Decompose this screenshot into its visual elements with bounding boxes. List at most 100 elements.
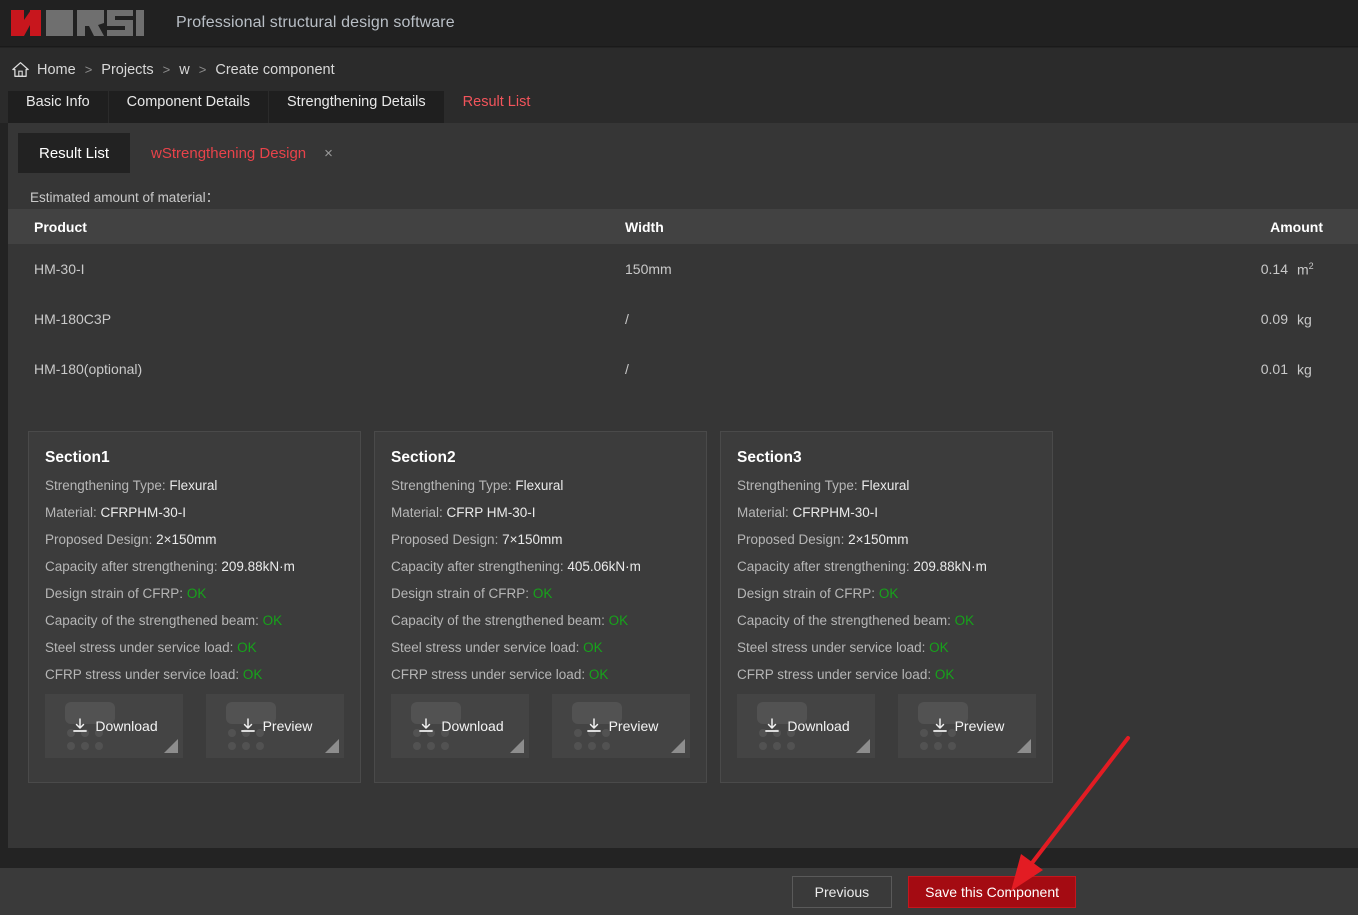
field-value: Flexural	[861, 478, 909, 493]
field-label: Proposed Design:	[737, 532, 844, 547]
breadcrumb-item-home[interactable]: Home	[37, 62, 76, 78]
save-this-component-button[interactable]: Save this Component	[908, 876, 1076, 908]
horse-logo-icon	[11, 10, 144, 36]
cell-amount: 0.09kg	[1185, 311, 1358, 328]
download-icon	[764, 718, 780, 734]
field-label: Capacity of the strengthened beam:	[391, 613, 605, 628]
breadcrumb-separator: >	[163, 62, 171, 77]
app-subtitle: Professional structural design software	[176, 14, 455, 32]
field-value: 7×150mm	[502, 532, 562, 547]
field-value: 2×150mm	[156, 532, 216, 547]
field-value: 209.88kN·m	[221, 559, 295, 574]
field-label: Strengthening Type:	[391, 478, 512, 493]
field-label: Strengthening Type:	[737, 478, 858, 493]
download-icon	[72, 718, 88, 734]
sub-tab-bar: Result List wStrengthening Design ×	[18, 133, 341, 173]
tab-strengthening-details[interactable]: Strengthening Details	[269, 91, 445, 123]
breadcrumb-item-w[interactable]: w	[179, 62, 189, 78]
status-badge: OK	[935, 667, 955, 682]
previous-button[interactable]: Previous	[792, 876, 892, 908]
section-strengthening-type: Strengthening Type: Flexural	[391, 478, 690, 493]
resize-handle-icon	[164, 739, 178, 753]
download-button[interactable]: Download	[737, 694, 875, 758]
preview-button-content: Preview	[552, 694, 690, 758]
cell-amount: 0.01kg	[1185, 361, 1358, 378]
section-capacity: Capacity after strengthening: 209.88kN·m	[45, 559, 344, 574]
column-header-product: Product	[8, 219, 625, 235]
preview-label: Preview	[955, 718, 1005, 734]
field-value: Flexural	[515, 478, 563, 493]
sub-tab-result-list[interactable]: Result List	[18, 133, 130, 173]
field-label: Material:	[45, 505, 97, 520]
cell-width: /	[625, 361, 1185, 377]
tab-label: Component Details	[127, 94, 250, 110]
horse-logo[interactable]	[11, 10, 144, 36]
field-label: Capacity after strengthening:	[391, 559, 564, 574]
materials-caption: Estimated amount of material：	[30, 186, 219, 206]
status-badge: OK	[879, 586, 899, 601]
breadcrumb-item-projects[interactable]: Projects	[101, 62, 153, 78]
close-icon[interactable]: ×	[316, 133, 341, 173]
main-tab-strip: Basic Info Component Details Strengtheni…	[0, 91, 1358, 123]
download-button[interactable]: Download	[391, 694, 529, 758]
footer-bar: Previous Save this Component	[0, 868, 1358, 915]
preview-button-content: Preview	[898, 694, 1036, 758]
home-icon[interactable]	[12, 61, 29, 78]
status-badge: OK	[955, 613, 975, 628]
status-badge: OK	[237, 640, 257, 655]
breadcrumb: Home > Projects > w > Create component	[0, 48, 1358, 91]
download-button-content: Download	[391, 694, 529, 758]
result-list-panel: Result List wStrengthening Design × Esti…	[8, 123, 1358, 848]
field-label: Material:	[737, 505, 789, 520]
status-badge: OK	[589, 667, 609, 682]
sub-tab-label: Result List	[39, 145, 109, 162]
section-proposed-design: Proposed Design: 2×150mm	[45, 532, 344, 547]
field-label: Proposed Design:	[391, 532, 498, 547]
preview-button-content: Preview	[206, 694, 344, 758]
table-row: HM-30-I 150mm 0.14m2	[8, 244, 1358, 294]
resize-handle-icon	[1017, 739, 1031, 753]
field-value: 2×150mm	[848, 532, 908, 547]
download-button-content: Download	[737, 694, 875, 758]
amount-unit: kg	[1297, 361, 1323, 378]
field-label: Capacity after strengthening:	[737, 559, 910, 574]
download-button[interactable]: Download	[45, 694, 183, 758]
materials-table: Product Width Amount HM-30-I 150mm 0.14m…	[8, 209, 1358, 394]
tab-label: Strengthening Details	[287, 94, 426, 110]
tab-basic-info[interactable]: Basic Info	[8, 91, 109, 123]
status-badge: OK	[243, 667, 263, 682]
check-capacity: Capacity of the strengthened beam: OK	[45, 613, 344, 628]
sub-tab-strengthening-design[interactable]: wStrengthening Design	[130, 133, 316, 173]
preview-button[interactable]: Preview	[552, 694, 690, 758]
field-label: Design strain of CFRP:	[45, 586, 183, 601]
breadcrumb-item-create-component[interactable]: Create component	[215, 62, 334, 78]
table-row: HM-180C3P / 0.09kg	[8, 294, 1358, 344]
check-design-strain: Design strain of CFRP: OK	[391, 586, 690, 601]
app-window: Professional structural design software …	[0, 0, 1358, 915]
tab-label: Basic Info	[26, 94, 90, 110]
download-label: Download	[787, 718, 849, 734]
preview-button[interactable]: Preview	[898, 694, 1036, 758]
resize-handle-icon	[510, 739, 524, 753]
preview-button[interactable]: Preview	[206, 694, 344, 758]
resize-handle-icon	[856, 739, 870, 753]
tab-result-list[interactable]: Result List	[445, 91, 550, 123]
amount-unit: m2	[1297, 261, 1323, 278]
download-button-content: Download	[45, 694, 183, 758]
field-label: Capacity after strengthening:	[45, 559, 218, 574]
tab-component-details[interactable]: Component Details	[109, 91, 269, 123]
download-label: Download	[95, 718, 157, 734]
field-label: Material:	[391, 505, 443, 520]
footer-divider	[0, 848, 1358, 868]
section-card-3: Section3 Strengthening Type: Flexural Ma…	[720, 431, 1053, 783]
section-capacity: Capacity after strengthening: 209.88kN·m	[737, 559, 1036, 574]
check-design-strain: Design strain of CFRP: OK	[737, 586, 1036, 601]
field-label: Proposed Design:	[45, 532, 152, 547]
breadcrumb-separator: >	[85, 62, 93, 77]
status-badge: OK	[929, 640, 949, 655]
field-value: CFRPHM-30-I	[793, 505, 879, 520]
field-value: Flexural	[169, 478, 217, 493]
section-actions: Download	[737, 694, 1036, 758]
check-capacity: Capacity of the strengthened beam: OK	[737, 613, 1036, 628]
amount-value: 0.14	[1254, 261, 1288, 277]
